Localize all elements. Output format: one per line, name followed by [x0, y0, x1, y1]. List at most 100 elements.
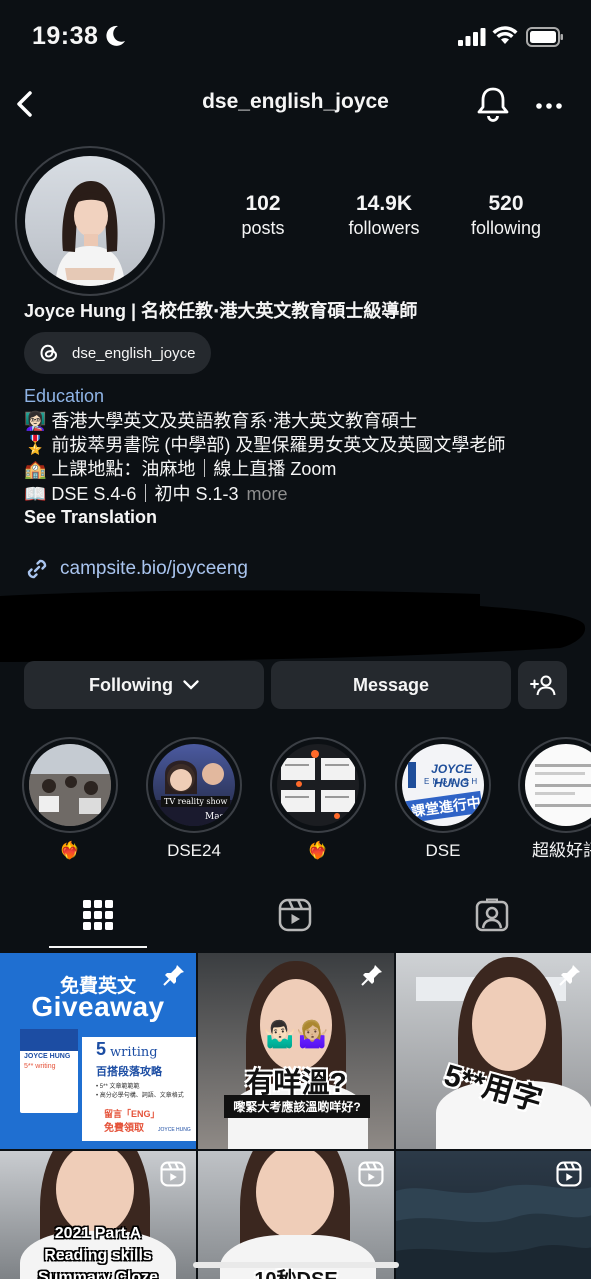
giveaway-brand: JOYCE HUNG — [158, 1127, 191, 1133]
suggested-people-button[interactable] — [518, 661, 567, 709]
tab-reels[interactable] — [246, 880, 344, 950]
post-giveaway-title: Giveaway — [31, 991, 165, 1022]
reels-icon — [278, 898, 312, 932]
post-giveaway-panel: 5 writing 百搭段落攻略 • 5** 文章範範範 • 高分必學句構、詞語… — [82, 1037, 196, 1141]
profile-link[interactable]: campsite.bio/joyceeng — [24, 556, 248, 582]
highlight-2[interactable]: TV reality show Mas DSE24 — [144, 737, 244, 861]
avatar[interactable] — [15, 146, 165, 296]
reel-icon — [160, 1161, 186, 1187]
highlight-5-caption: 超級好評 — [532, 841, 591, 860]
following-count[interactable]: 520 following — [446, 192, 566, 240]
profile-link-text: campsite.bio/joyceeng — [60, 558, 248, 579]
moon-icon — [106, 25, 125, 46]
tab-tagged[interactable] — [443, 880, 541, 950]
highlight-classroom-image — [29, 744, 111, 826]
threads-handle: dse_english_joyce — [72, 344, 196, 362]
redaction-mark — [0, 590, 586, 662]
book-cover-title: JOYCE HUNG — [24, 1053, 71, 1060]
posts-count[interactable]: 102 posts — [203, 192, 323, 240]
book-cover-sub: 5** writing — [24, 1063, 56, 1070]
threads-badge[interactable]: dse_english_joyce — [24, 332, 212, 374]
more-options-icon[interactable] — [536, 102, 562, 110]
post-reading-skills[interactable]: 2021 Part A Reading skills Summary Cloze — [0, 1151, 196, 1279]
tab-grid[interactable] — [49, 880, 147, 950]
bio-line-4-text: 📖 DSE S.4-6｜初中 S.1-3 — [24, 484, 239, 504]
bio-line-1: 👩🏻‍🏫 香港大學英文及英語教育系‧港大英文教育碩士 — [24, 411, 418, 431]
highlight-3[interactable]: ❤️‍🔥 — [268, 737, 368, 861]
highlight-corner-text: Mas — [205, 812, 225, 822]
highlight-ring: TV reality show Mas — [146, 737, 242, 833]
book-subtitle: 百搭段落攻略 — [96, 1066, 162, 1078]
category-label: Education — [24, 386, 105, 406]
cellular-signal-icon — [458, 28, 486, 46]
status-time: 19:38 — [32, 22, 99, 50]
posts-label: posts — [241, 218, 285, 238]
book-writing: writing — [110, 1045, 158, 1060]
highlight-reviews-image — [277, 744, 359, 826]
wifi-icon — [492, 26, 518, 44]
bio-line-3: 🏫 上課地點：油麻地｜線上直播 Zoom — [24, 459, 337, 479]
post-ocean-reel[interactable] — [396, 1151, 591, 1279]
profile-person-image — [55, 181, 125, 286]
post-person-face — [472, 977, 546, 1071]
highlight-2-caption: DSE24 — [167, 841, 221, 860]
post-10-sec-dse[interactable]: 10秒DSE — [198, 1151, 394, 1279]
following-button-label: Following — [89, 674, 173, 695]
post-what-to-revise[interactable]: 🤷🏻‍♂️🤷🏼‍♀️ 有咩溫? 嚟緊大考應該溫啲咩好? — [198, 953, 394, 1149]
highlight-banner-text: TV reality show — [161, 796, 231, 807]
threads-icon — [40, 344, 58, 362]
profile-name: Joyce Hung | 名校任教‧港大英文教育碩士級導師 — [24, 301, 418, 321]
highlight-ring — [22, 737, 118, 833]
highlight-ring: JOYCE HUNG ENGLISH 課堂進行中 — [395, 737, 491, 833]
pin-icon — [361, 965, 382, 986]
highlight-ring — [270, 737, 366, 833]
bio-line-2: 🎖️ 前拔萃男書院 (中學部) 及聖保羅男女英文及英國文學老師 — [24, 435, 506, 455]
followers-value: 14.9K — [355, 192, 413, 215]
see-translation-link[interactable]: See Translation — [24, 507, 157, 528]
highlight-5[interactable]: 超級好評 — [516, 737, 591, 861]
logo-mark — [408, 762, 416, 788]
followers-count[interactable]: 14.9K followers — [324, 192, 444, 240]
reel-icon — [556, 1161, 582, 1187]
active-tab-indicator — [49, 946, 147, 948]
battery-icon — [526, 27, 563, 47]
pin-icon — [559, 965, 580, 986]
book-cover: JOYCE HUNG 5** writing — [20, 1029, 78, 1113]
grid-icon — [83, 900, 113, 930]
highlight-1[interactable]: ❤️‍🔥 — [20, 737, 120, 861]
posts-value: 102 — [245, 192, 281, 215]
book-bullets: • 5** 文章範範範 • 高分必學句構、詞語、文章格式 — [96, 1084, 184, 1099]
followers-label: followers — [348, 218, 420, 238]
highlight-ring — [518, 737, 591, 833]
highlight-testimonial-image — [525, 744, 591, 826]
chevron-down-icon — [183, 680, 199, 690]
post-line-2: Reading skills — [44, 1247, 152, 1264]
link-icon — [27, 559, 47, 579]
highlight-dse-image: JOYCE HUNG ENGLISH 課堂進行中 — [402, 744, 484, 826]
following-button[interactable]: Following — [24, 661, 264, 709]
reel-icon — [358, 1161, 384, 1187]
post-giveaway[interactable]: 免費英文 Giveaway JOYCE HUNG 5** writing 5 w… — [0, 953, 196, 1149]
pin-icon — [163, 965, 184, 986]
post-subtitle: 嚟緊大考應該溫啲咩好? — [224, 1095, 370, 1118]
following-label: following — [470, 218, 542, 238]
add-person-icon — [529, 675, 555, 696]
home-indicator — [193, 1262, 399, 1268]
bio-more-link[interactable]: more — [246, 484, 287, 504]
post-5-star-vocab[interactable]: 5**用字 — [396, 953, 591, 1149]
following-value: 520 — [488, 192, 524, 215]
tagged-person-icon — [475, 898, 509, 932]
highlight-3-caption: ❤️‍🔥 — [307, 841, 329, 860]
post-emoji: 🤷🏻‍♂️🤷🏼‍♀️ — [263, 1019, 329, 1049]
highlight-1-caption: ❤️‍🔥 — [59, 841, 81, 860]
message-button-label: Message — [352, 674, 430, 695]
highlight-4[interactable]: JOYCE HUNG ENGLISH 課堂進行中 DSE — [393, 737, 493, 861]
giveaway-cta-2: 免費領取 — [104, 1123, 144, 1134]
book-cover-band — [20, 1029, 78, 1051]
post-line-1: 2021 Part A — [54, 1225, 142, 1242]
notification-bell-icon[interactable] — [476, 86, 510, 122]
post-line-3: Summary Cloze — [37, 1269, 159, 1279]
message-button[interactable]: Message — [271, 661, 511, 709]
highlight-dse24-image: TV reality show Mas — [153, 744, 235, 826]
avatar-photo — [25, 156, 155, 286]
